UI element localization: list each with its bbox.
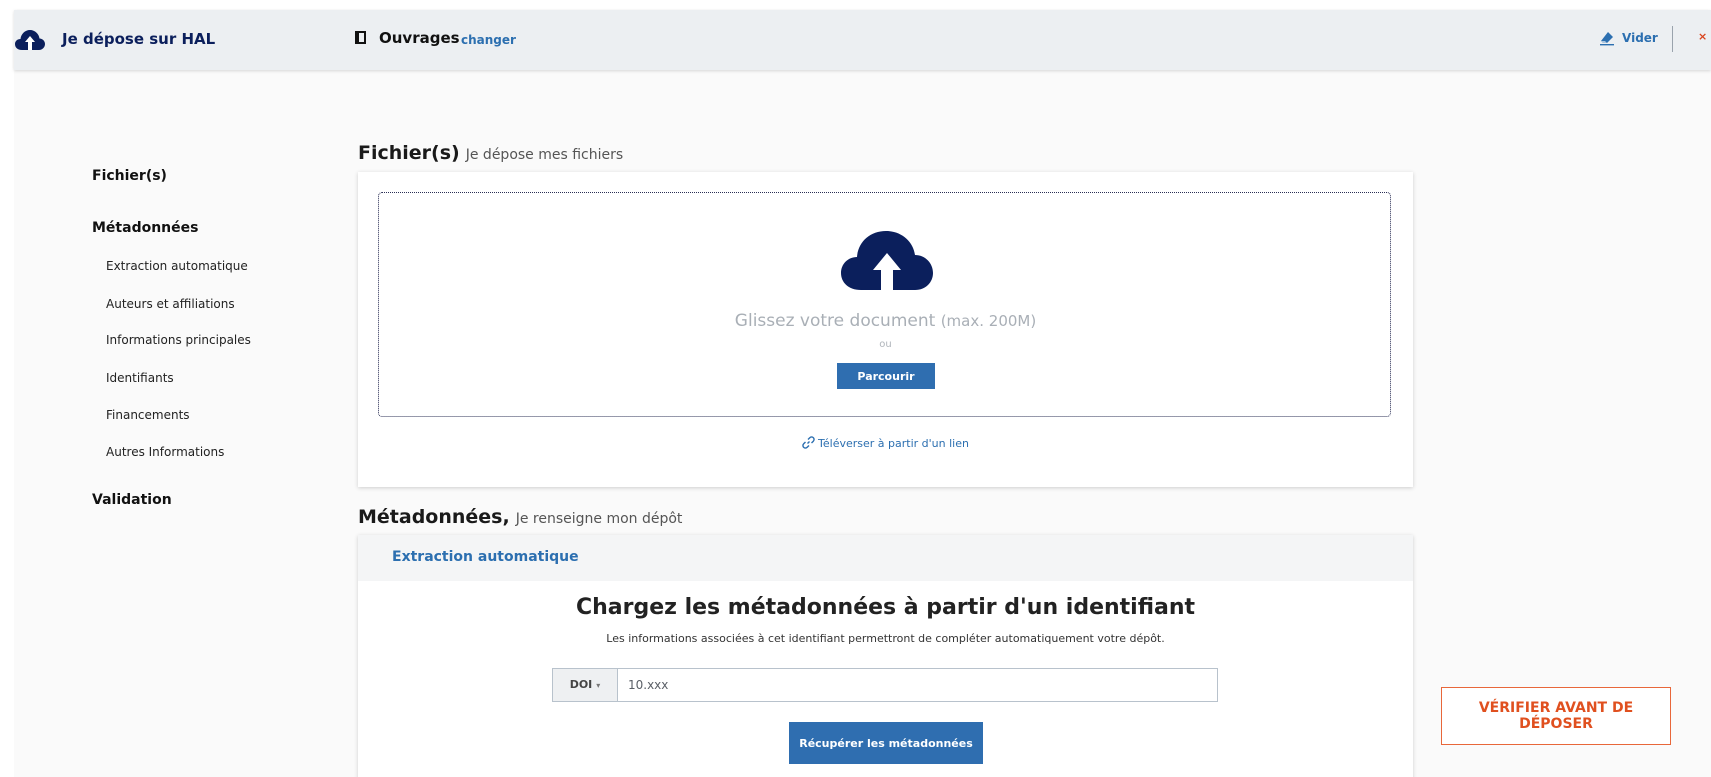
drop-or-text: ou [879, 339, 892, 350]
nav-subitem-authors[interactable]: Auteurs et affiliations [106, 297, 235, 311]
auto-extraction-panel-header: Extraction automatique [358, 535, 1413, 581]
identifier-input[interactable] [618, 669, 1214, 701]
header-divider [1672, 26, 1673, 52]
auto-extraction-panel-title: Extraction automatique [392, 549, 579, 565]
close-icon[interactable]: × [1698, 30, 1707, 43]
book-icon [355, 31, 366, 44]
link-icon [802, 436, 815, 449]
verify-before-submit-button[interactable]: VÉRIFIER AVANT DE DÉPOSER [1441, 687, 1671, 745]
upload-from-link-label: Téléverser à partir d'un lien [818, 437, 969, 450]
nav-subitem-auto-extraction[interactable]: Extraction automatique [106, 259, 248, 273]
identifier-input-group: DOI ▾ [552, 668, 1218, 702]
nav-item-validation[interactable]: Validation [92, 492, 172, 508]
fetch-metadata-button[interactable]: Récupérer les métadonnées [789, 722, 983, 764]
eraser-icon [1600, 32, 1614, 46]
files-section-title: Fichier(s) [358, 142, 460, 164]
cloud-upload-icon [15, 30, 45, 50]
files-card: Glissez votre document (max. 200M) ou Pa… [358, 172, 1413, 487]
nav-item-files[interactable]: Fichier(s) [92, 168, 167, 184]
brand-title[interactable]: Je dépose sur HAL [62, 30, 215, 48]
page: Je dépose sur HAL Ouvrages changer Vider… [0, 0, 1711, 777]
drop-instructions: Glissez votre document (max. 200M) [379, 311, 1392, 331]
left-margin [0, 0, 14, 777]
drop-size-limit: (max. 200M) [940, 312, 1037, 330]
nav-subitem-main-info[interactable]: Informations principales [106, 333, 251, 347]
upload-from-link[interactable]: Téléverser à partir d'un lien [358, 436, 1413, 450]
nav-item-metadata[interactable]: Métadonnées [92, 220, 198, 236]
change-doc-type-link[interactable]: changer [461, 33, 516, 47]
files-section-heading: Fichier(s) Je dépose mes fichiers [358, 142, 623, 164]
files-section-subtitle: Je dépose mes fichiers [465, 147, 624, 163]
drop-text: Glissez votre document [734, 311, 936, 331]
metadata-section-title: Métadonnées, [358, 506, 510, 528]
identifier-description: Les informations associées à cet identif… [606, 632, 1165, 645]
metadata-section-heading: Métadonnées, Je renseigne mon dépôt [358, 506, 682, 528]
identifier-type-label: DOI [569, 678, 593, 691]
metadata-section-subtitle: Je renseigne mon dépôt [515, 511, 683, 527]
nav-subitem-funding[interactable]: Financements [106, 408, 190, 422]
identifier-type-dropdown[interactable]: DOI ▾ [553, 669, 618, 701]
nav-subitem-identifiers[interactable]: Identifiants [106, 371, 174, 385]
identifier-heading: Chargez les métadonnées à partir d'un id… [575, 595, 1196, 620]
cloud-upload-icon [841, 231, 933, 290]
clear-button[interactable]: Vider [1622, 31, 1658, 45]
metadata-card: Extraction automatique Chargez les métad… [358, 535, 1413, 777]
chevron-down-icon: ▾ [596, 681, 601, 690]
browse-button[interactable]: Parcourir [837, 363, 935, 389]
nav-subitem-other-info[interactable]: Autres Informations [106, 445, 224, 459]
file-dropzone[interactable]: Glissez votre document (max. 200M) ou Pa… [378, 192, 1391, 417]
doc-type-title: Ouvrages [379, 29, 460, 47]
app-header: Je dépose sur HAL Ouvrages changer Vider… [14, 10, 1711, 70]
top-margin [0, 0, 1711, 10]
